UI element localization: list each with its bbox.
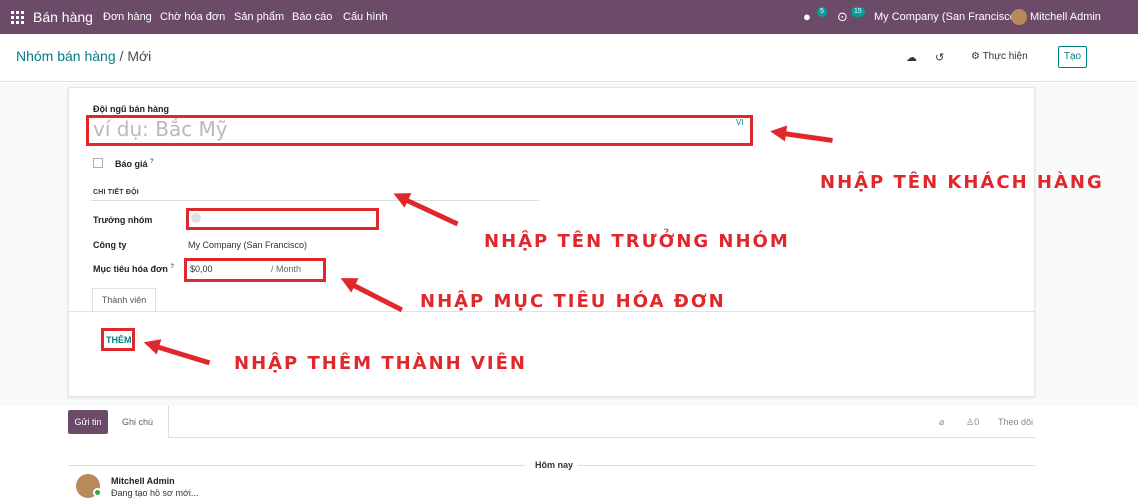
send-message-button[interactable]: Gửi tin	[68, 410, 108, 434]
highlight-team-name	[86, 115, 753, 146]
discard-icon[interactable]: ↺	[935, 51, 944, 64]
attachment-icon[interactable]: ⌀	[939, 417, 944, 428]
help-icon: ?	[170, 264, 175, 270]
leader-label: Trưởng nhóm	[93, 215, 153, 225]
action-menu[interactable]: ⚙ Thực hiện	[971, 51, 1028, 62]
menu-products[interactable]: Sản phẩm	[234, 11, 284, 23]
menu-reporting[interactable]: Báo cáo	[292, 11, 332, 23]
user-icon: ♙	[966, 417, 975, 427]
breadcrumb-separator: /	[115, 48, 128, 64]
menu-configuration[interactable]: Cấu hình	[343, 11, 388, 23]
log-note-button[interactable]: Ghi chú	[122, 417, 153, 427]
chatter-topbar-line	[168, 437, 1035, 438]
tab-members[interactable]: Thành viên	[92, 288, 156, 312]
highlight-add	[101, 328, 135, 351]
quotation-label: Báo giá ?	[115, 159, 154, 169]
menu-orders[interactable]: Đơn hàng	[103, 11, 152, 23]
followers-button[interactable]: ♙0	[966, 417, 979, 428]
company-switcher[interactable]: My Company (San Francisco)	[874, 11, 1020, 23]
company-label: Công ty	[93, 240, 127, 250]
activities-badge: 15	[851, 7, 865, 17]
followers-count: 0	[974, 417, 980, 427]
company-field[interactable]: My Company (San Francisco)	[188, 240, 307, 250]
message-author[interactable]: Mitchell Admin	[111, 476, 175, 486]
app-brand[interactable]: Bán hàng	[33, 9, 93, 25]
section-title: CHI TIẾT ĐỘI	[93, 189, 139, 196]
breadcrumb-parent[interactable]: Nhóm bán hàng	[16, 48, 116, 64]
user-avatar[interactable]	[1011, 9, 1027, 25]
message-body: Đang tạo hồ sơ mới...	[111, 488, 199, 498]
target-label: Mục tiêu hóa đơn ?	[93, 264, 175, 274]
chat-icon[interactable]: ●	[803, 9, 811, 24]
apps-menu-icon[interactable]	[11, 11, 24, 24]
top-navbar: Bán hàng Đơn hàng Chờ hóa đơn Sản phẩm B…	[0, 0, 1138, 34]
annotation-target: NHẬP MỤC TIÊU HÓA ĐƠN	[420, 291, 726, 312]
control-panel: Nhóm bán hàng / Mới ☁ ↺ ⚙ Thực hiện Tạo	[0, 34, 1138, 82]
create-button[interactable]: Tạo	[1058, 46, 1087, 68]
team-name-label: Đội ngũ bán hàng	[93, 104, 169, 114]
date-separator-right	[578, 465, 1035, 466]
messages-badge: 5	[817, 7, 827, 17]
clock-icon[interactable]: ⊙	[837, 9, 848, 25]
breadcrumb-current: Mới	[127, 48, 152, 64]
online-status-icon	[93, 488, 102, 497]
date-separator-label: Hôm nay	[535, 460, 574, 470]
highlight-leader	[186, 208, 379, 230]
menu-to-invoice[interactable]: Chờ hóa đơn	[160, 11, 225, 23]
section-divider	[91, 200, 539, 201]
user-menu[interactable]: Mitchell Admin	[1030, 11, 1101, 23]
annotation-leader: NHẬP TÊN TRƯỞNG NHÓM	[484, 231, 790, 252]
help-icon: ?	[150, 159, 154, 165]
annotation-members: NHẬP THÊM THÀNH VIÊN	[234, 353, 527, 374]
highlight-target	[184, 258, 326, 282]
date-separator-left	[68, 465, 525, 466]
action-label: Thực hiện	[982, 51, 1028, 62]
save-cloud-icon[interactable]: ☁	[906, 51, 917, 64]
gear-icon: ⚙	[971, 51, 980, 62]
breadcrumb: Nhóm bán hàng / Mới	[16, 48, 151, 64]
quotation-checkbox[interactable]	[93, 158, 103, 168]
chatter-divider	[168, 406, 169, 438]
annotation-customer-name: NHẬP TÊN KHÁCH HÀNG	[820, 172, 1104, 193]
follow-button[interactable]: Theo dõi	[998, 417, 1033, 427]
